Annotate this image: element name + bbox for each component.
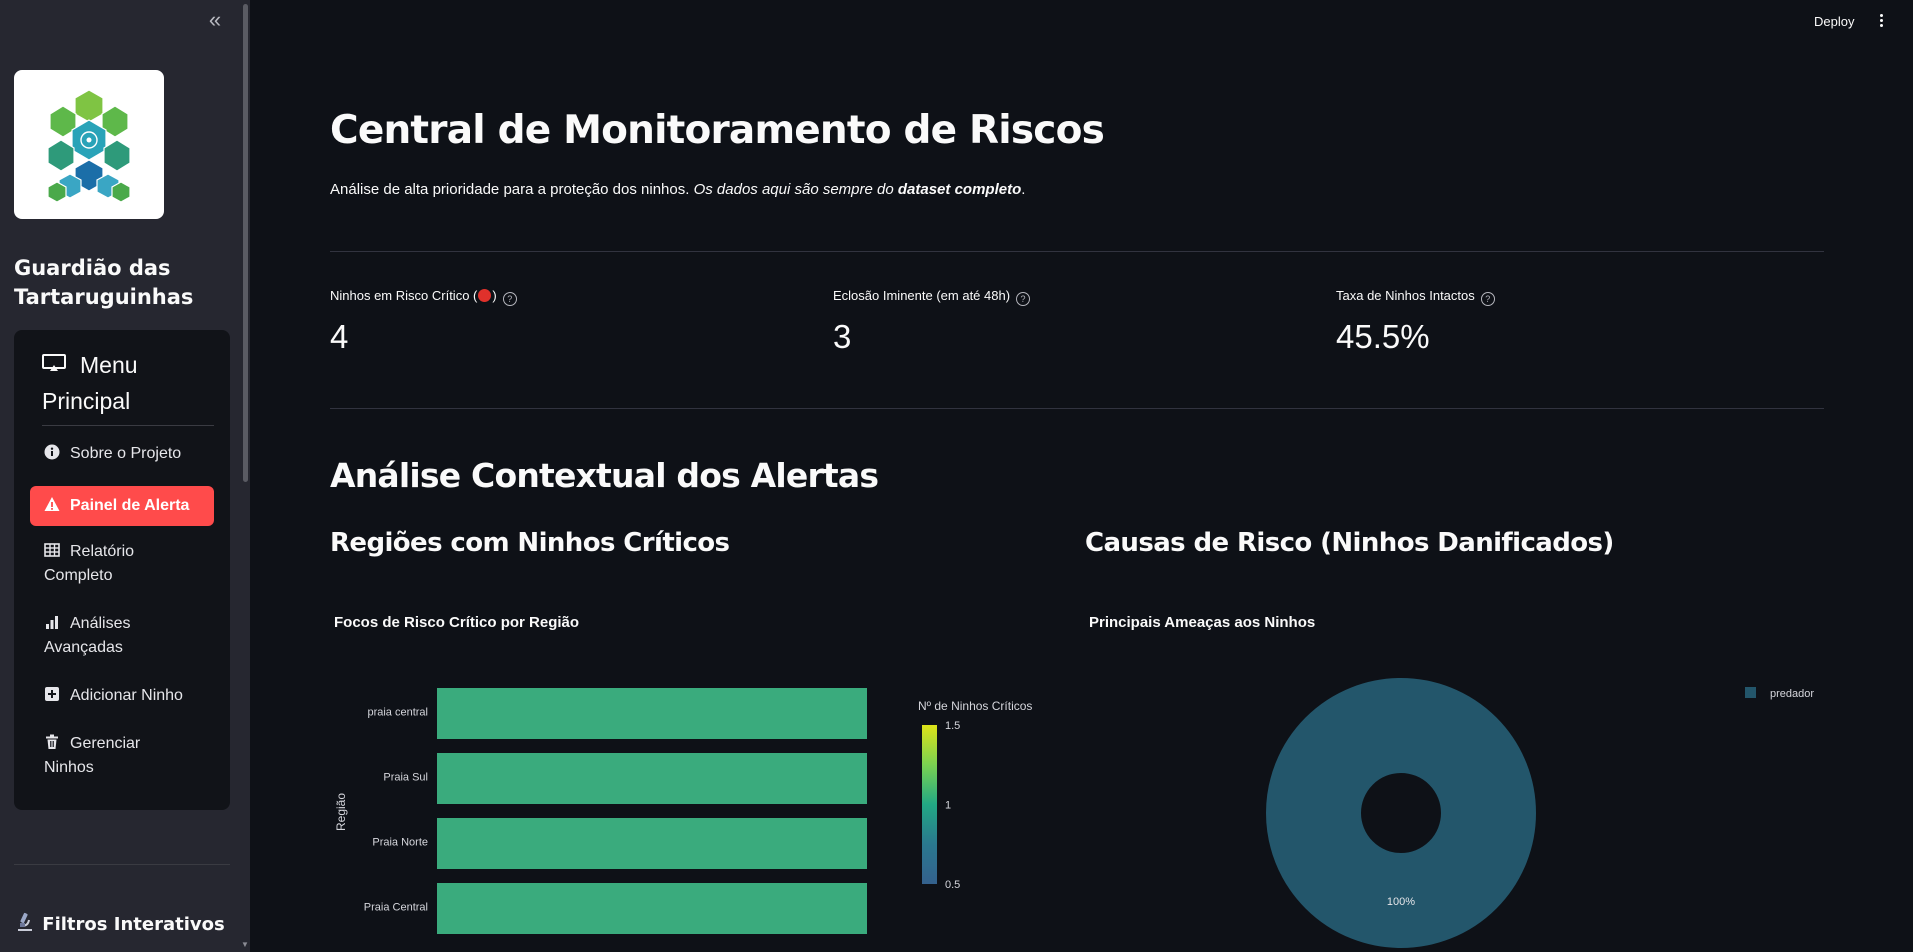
pie-chart-title: Principais Ameaças aos Ninhos [1089, 614, 1316, 631]
metric-label: Taxa de Ninhos Intactos? [1336, 288, 1495, 306]
page-title: Central de Monitoramento de Riscos [330, 108, 1105, 153]
left-heading: Regiões com Ninhos Críticos [330, 528, 730, 558]
double-chevron-left-icon[interactable]: « [204, 9, 226, 32]
help-icon[interactable]: ? [502, 292, 517, 306]
page-subtitle: Análise de alta prioridade para a proteç… [330, 181, 1025, 198]
app-logo [14, 70, 164, 219]
menu-item-analises-avancadas[interactable]: Análises Avançadas [30, 612, 180, 660]
cast-icon [42, 346, 66, 382]
red-circle-icon [478, 289, 492, 302]
metric-label-text: Ninhos em Risco Crítico ( [330, 288, 478, 303]
colorbar-tick-label: 0.5 [945, 879, 960, 891]
filters-heading: Filtros Interativos [14, 912, 225, 935]
subtitle-plain: Análise de alta prioridade para a proteç… [330, 181, 694, 198]
bar-category-label: Praia Central [364, 902, 428, 914]
kebab-icon[interactable] [1876, 12, 1886, 32]
metric-label-suffix: ) [492, 288, 497, 303]
metric-label-text: Taxa de Ninhos Intactos [1336, 288, 1475, 303]
subtitle-bold-italic: dataset completo [897, 181, 1022, 198]
divider-top [330, 251, 1824, 252]
metric-label: Eclosão Iminente (em até 48h)? [833, 288, 1031, 306]
menu-item-adicionar-ninho[interactable]: Adicionar Ninho [30, 684, 214, 708]
info-icon [44, 444, 60, 460]
scroll-down-arrow-icon[interactable]: ▼ [241, 940, 249, 949]
bar-chart-title: Focos de Risco Crítico por Região [334, 614, 580, 631]
main-menu: Menu Principal Sobre o Projeto Painel de… [14, 330, 230, 810]
metric-intact-rate: Taxa de Ninhos Intactos? 45.5% [1336, 288, 1495, 356]
right-heading: Causas de Risco (Ninhos Danificados) [1085, 528, 1614, 558]
bar-chart-icon [44, 614, 60, 630]
metric-label: Ninhos em Risco Crítico ()? [330, 288, 517, 306]
menu-divider [42, 425, 214, 426]
help-icon[interactable]: ? [1480, 292, 1495, 306]
subtitle-italic: Os dados aqui são sempre do [693, 181, 898, 198]
menu-item-label: Sobre o Projeto [70, 445, 182, 462]
menu-item-sobre-o-projeto[interactable]: Sobre o Projeto [30, 442, 214, 466]
filters-title: Filtros Interativos [42, 914, 225, 935]
bar [437, 883, 867, 934]
app-title: Guardião das Tartaruguinhas [14, 256, 194, 309]
metric-value: 45.5% [1336, 318, 1430, 355]
sidebar: « Guardião das Tartaruguinhas Menu Princ… [0, 0, 250, 952]
warning-icon [44, 488, 60, 511]
metric-critical-risk: Ninhos em Risco Crítico ()? 4 [330, 288, 517, 356]
bar-category-label: Praia Norte [372, 837, 428, 849]
menu-item-label: Painel de Alerta [70, 497, 190, 514]
menu-title: Menu Principal [42, 347, 212, 419]
colorbar [922, 725, 937, 884]
microscope-icon [14, 912, 36, 935]
subtitle-end: . [1021, 181, 1026, 198]
bar [437, 688, 867, 739]
donut-slice [1266, 678, 1536, 948]
table-icon [44, 542, 60, 558]
bar-category-label: praia central [367, 707, 428, 719]
menu-item-gerenciar-ninhos[interactable]: Gerenciar Ninhos [30, 732, 180, 780]
sidebar-divider [14, 864, 230, 865]
sidebar-scrollbar[interactable] [243, 4, 248, 482]
legend-swatch [1745, 687, 1756, 698]
plus-square-icon [44, 686, 60, 702]
colorbar-tick-label: 1 [945, 800, 951, 812]
donut-chart[interactable]: 100% predador [1085, 660, 1825, 952]
section-title: Análise Contextual dos Alertas [330, 456, 879, 495]
help-icon[interactable]: ? [1016, 292, 1031, 306]
deploy-button[interactable]: Deploy [1814, 14, 1854, 29]
legend-label: predador [1770, 688, 1814, 700]
bar-category-label: Praia Sul [383, 772, 428, 784]
bar [437, 818, 867, 869]
bar-chart[interactable]: praia central Praia Sul Praia Norte Praia C… [330, 660, 1050, 952]
y-axis-label: Região [334, 793, 348, 831]
metric-imminent-hatching: Eclosão Iminente (em até 48h)? 3 [833, 288, 1031, 356]
slice-label: 100% [1387, 896, 1415, 908]
colorbar-title: Nº de Ninhos Críticos [918, 699, 1032, 713]
menu-item-label: Adicionar Ninho [70, 687, 183, 704]
menu-item-relatorio-completo[interactable]: Relatório Completo [30, 540, 180, 588]
divider-bottom [330, 408, 1824, 409]
menu-item-painel-de-alerta[interactable]: Painel de Alerta [30, 486, 214, 526]
bar [437, 753, 867, 804]
metric-value: 4 [330, 318, 349, 355]
metric-value: 3 [833, 318, 852, 355]
trash-icon [44, 734, 60, 750]
metric-label-text: Eclosão Iminente (em até 48h) [833, 288, 1011, 303]
colorbar-tick-label: 1.5 [945, 720, 960, 732]
